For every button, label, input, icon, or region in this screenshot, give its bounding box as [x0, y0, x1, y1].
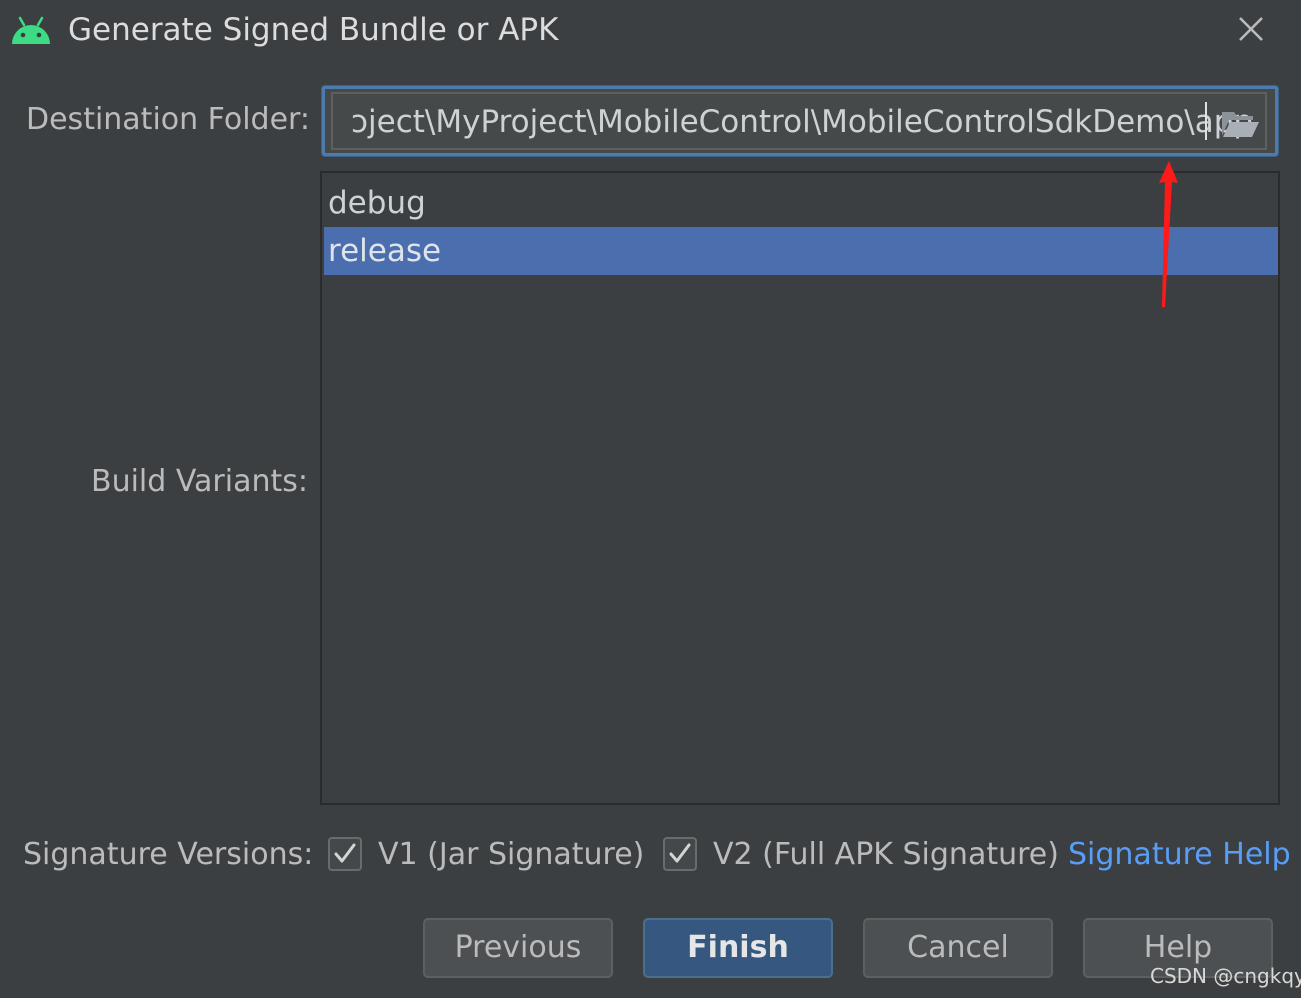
android-icon [12, 16, 50, 44]
previous-button[interactable]: Previous [423, 918, 613, 978]
annotation-arrow-icon [1159, 161, 1178, 307]
checkmark-icon [334, 843, 356, 863]
build-variants-list[interactable]: debug release [320, 171, 1280, 805]
signature-versions-label: Signature Versions: [23, 837, 314, 872]
v2-signature-label[interactable]: V2 (Full APK Signature) [713, 835, 1059, 875]
text-caret [1205, 102, 1207, 140]
v1-signature-label[interactable]: V1 (Jar Signature) [378, 835, 644, 875]
v2-signature-checkbox[interactable] [663, 837, 697, 871]
finish-button[interactable]: Finish [643, 918, 833, 978]
list-item-release[interactable]: release [324, 227, 1278, 275]
destination-folder-label: Destination Folder: [26, 102, 310, 137]
checkmark-icon [669, 843, 691, 863]
build-variants-label: Build Variants: [91, 464, 308, 499]
signature-help-link[interactable]: Signature Help [1068, 835, 1291, 875]
destination-folder-field[interactable]: ɔject\MyProject\MobileControl\MobileCont… [322, 86, 1278, 156]
list-item-debug[interactable]: debug [324, 179, 1278, 227]
destination-folder-input[interactable]: ɔject\MyProject\MobileControl\MobileCont… [351, 102, 1253, 142]
folder-open-icon[interactable] [1219, 106, 1261, 140]
destination-folder-input-box[interactable]: ɔject\MyProject\MobileControl\MobileCont… [331, 92, 1267, 150]
title-bar: Generate Signed Bundle or APK [0, 0, 1301, 64]
watermark: CSDN @cngkqy [1150, 964, 1301, 988]
v1-signature-checkbox[interactable] [328, 837, 362, 871]
window-title: Generate Signed Bundle or APK [68, 12, 559, 48]
cancel-button[interactable]: Cancel [863, 918, 1053, 978]
close-icon[interactable] [1232, 10, 1270, 48]
